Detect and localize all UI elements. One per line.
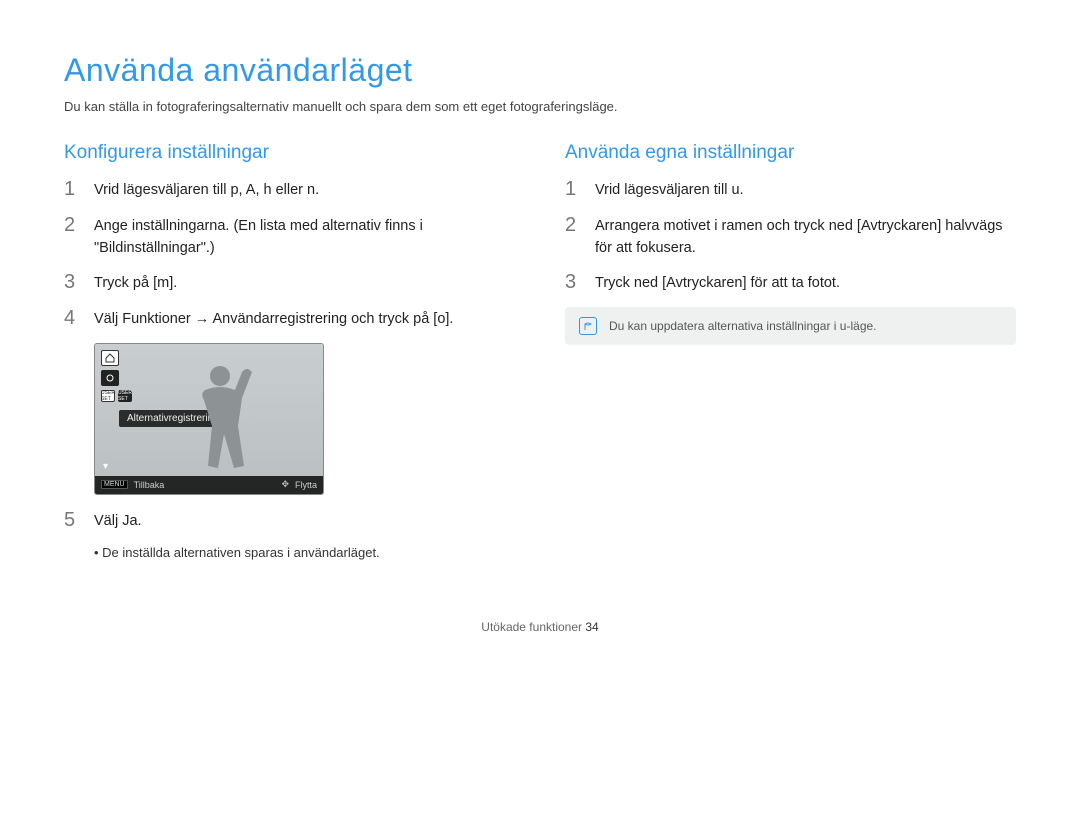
step-number: 3 bbox=[565, 271, 581, 293]
step-3-left: 3 Tryck på [m]. bbox=[64, 271, 515, 295]
note-box: Du kan uppdatera alternativa inställning… bbox=[565, 307, 1016, 345]
step-text: Vrid lägesväljaren till u. bbox=[595, 178, 744, 202]
step-number: 3 bbox=[64, 271, 80, 293]
mode-circle-icon bbox=[101, 370, 119, 386]
right-heading: Använda egna inställningar bbox=[565, 142, 1016, 164]
step-4-left: 4 Välj Funktioner → Användarregistrering… bbox=[64, 307, 515, 331]
chevron-down-icon: ▾ bbox=[103, 461, 108, 472]
footer-page-number: 34 bbox=[585, 620, 598, 634]
lcd-move-label: Flytta bbox=[295, 480, 317, 490]
page-footer: Utökade funktioner 34 bbox=[64, 620, 1016, 634]
step-3-right: 3 Tryck ned [Avtryckaren] för att ta fot… bbox=[565, 271, 1016, 295]
right-column: Använda egna inställningar 1 Vrid lägesv… bbox=[565, 142, 1016, 560]
step-number: 1 bbox=[64, 178, 80, 200]
step-text: Arrangera motivet i ramen och tryck ned … bbox=[595, 214, 1016, 260]
page-title: Använda användarläget bbox=[64, 52, 1016, 89]
step-text: Välj Funktioner → Användarregistrering o… bbox=[94, 307, 453, 331]
step-text: Ange inställningarna. (En lista med alte… bbox=[94, 214, 515, 260]
step-text: Välj Ja. bbox=[94, 509, 142, 533]
step-1-right: 1 Vrid lägesväljaren till u. bbox=[565, 178, 1016, 202]
lcd-back-label: Tillbaka bbox=[134, 480, 165, 490]
step-1-left: 1 Vrid lägesväljaren till p, A, h eller … bbox=[64, 178, 515, 202]
step-number: 4 bbox=[64, 307, 80, 329]
step-number: 1 bbox=[565, 178, 581, 200]
step-text: Tryck ned [Avtryckaren] för att ta fotot… bbox=[595, 271, 840, 295]
step-2-left: 2 Ange inställningarna. (En lista med al… bbox=[64, 214, 515, 260]
step-text: Vrid lägesväljaren till p, A, h eller n. bbox=[94, 178, 319, 202]
footer-section: Utökade funktioner bbox=[481, 620, 582, 634]
step-number: 2 bbox=[64, 214, 80, 236]
menu-icon: MENU bbox=[101, 480, 128, 489]
camera-lcd-illustration: USERSET USERSET Alternativregistrering ▾… bbox=[94, 343, 324, 495]
user-set-icon: USERSET bbox=[118, 390, 132, 402]
left-heading: Konﬁgurera inställningar bbox=[64, 142, 515, 164]
step-number: 2 bbox=[565, 214, 581, 236]
step-5-bullet: De inställda alternativen sparas i använ… bbox=[94, 545, 515, 560]
note-text: Du kan uppdatera alternativa inställning… bbox=[609, 319, 877, 333]
left-column: Konﬁgurera inställningar 1 Vrid lägesväl… bbox=[64, 142, 515, 560]
move-icon: ✥ bbox=[281, 479, 289, 490]
step-text: Tryck på [m]. bbox=[94, 271, 177, 295]
child-silhouette-icon bbox=[180, 356, 270, 476]
note-info-icon bbox=[579, 317, 597, 335]
step-2-right: 2 Arrangera motivet i ramen och tryck ne… bbox=[565, 214, 1016, 260]
user-set-icon: USERSET bbox=[101, 390, 115, 402]
page-intro: Du kan ställa in fotograferingsalternati… bbox=[64, 99, 1016, 114]
step-5-left: 5 Välj Ja. bbox=[64, 509, 515, 533]
mode-house-icon bbox=[101, 350, 119, 366]
step-number: 5 bbox=[64, 509, 80, 531]
